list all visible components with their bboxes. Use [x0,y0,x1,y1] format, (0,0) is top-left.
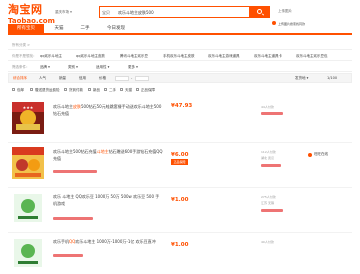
options-bar: 包邮 赠送退货运费险 货到付款 新品 二手 天猫 正品保障 [8,86,352,94]
sort-sales[interactable]: 销量 [59,74,66,83]
checkbox[interactable] [88,88,91,91]
checkbox[interactable] [64,88,67,91]
product-title[interactable]: 欢乐斗地主500钻石充值斗地主钻石赠送600手游钻石充值QQ充值 [53,148,163,162]
condition-row: 筛选条件： 品牌 ▾ 类别 ▾ 适用性 ▾ 更多 ▾ [8,62,352,72]
product-title[interactable]: 欢乐斗地主皮肤500钻石50元蛙跳套餐手动送欢乐斗地主500钻石充值 [53,103,163,117]
tab-bar: 所有宝贝 天猫 二手 今日发现 [8,24,352,35]
search-button[interactable] [250,6,270,18]
option-free-shipping[interactable]: 包邮 [17,86,24,94]
tab-tmall[interactable]: 天猫 [48,24,70,33]
redacted-seller [261,209,283,212]
filter-fit[interactable]: 适用性 ▾ [96,62,109,72]
category-label[interactable]: 所有分类 > [12,40,30,50]
list-item[interactable]: 欢乐 斗地主 QQ欢乐豆 1000万 50万 500w 欢乐豆 500 手机游戏… [8,189,352,233]
product-thumbnail[interactable] [12,237,44,269]
redacted-seller [261,164,281,167]
suggestion-item[interactable]: 欢乐斗地主道具卡 [254,51,282,61]
sold-count: 44人付款 [261,105,274,109]
suggestion-label: 你是不是想找： [12,54,37,58]
option-tmall[interactable]: 天猫 [125,86,132,94]
sort-price[interactable]: 价格 [99,74,106,83]
region-selector[interactable]: 重庆市场 ▾ [55,10,72,15]
svg-text:★★★: ★★★ [23,105,34,110]
suggestion-row: 你是不是想找： qq欢乐斗地主 qq欢乐斗地主皮肤 腾讯斗地主欢乐豆 手机欢乐斗… [8,51,352,61]
product-price: ¥6.00 [171,152,189,158]
price-separator: - [131,76,133,80]
option-new[interactable]: 新品 [93,86,100,94]
condition-label: 筛选条件： [12,65,30,69]
genuine-badge: 正品保障 [171,159,188,165]
tab-all[interactable]: 所有宝贝 [8,24,44,33]
product-thumbnail[interactable]: ★★★ [12,102,44,134]
list-item[interactable]: 欢乐手机QQ欢乐斗地主 1000万-1000万-1亿 欢乐豆直冲 ¥1.00 4… [8,234,352,274]
product-price: ¥1.00 [171,197,189,203]
product-title[interactable]: 欢乐手机QQ欢乐斗地主 1000万-1000万-1亿 欢乐豆直冲 [53,238,163,245]
suggestion-item[interactable]: qq欢乐斗地主皮肤 [76,51,105,61]
category-row: 所有分类 > [8,40,352,50]
sold-count: 275人付款 江苏 无锡 [261,194,276,206]
suggestion-item[interactable]: 腾讯斗地主欢乐豆 [120,51,148,61]
location-filter[interactable]: 发货地 ▾ [295,74,308,83]
seller-location: 江苏 无锡 [261,201,274,205]
tab-secondhand[interactable]: 二手 [74,24,96,33]
price-min-input[interactable] [115,76,129,81]
checkbox[interactable] [120,88,123,91]
sold-count: 40人付款 [261,240,274,244]
filter-brand[interactable]: 品牌 ▾ [40,62,50,72]
option-genuine[interactable]: 正品保障 [141,86,155,94]
price-max-input[interactable] [135,76,149,81]
sort-credit[interactable]: 信用 [79,74,86,83]
search-input[interactable]: 欢乐斗地主皮肤500 [118,10,154,16]
sort-bar: 综合排序 人气 销量 信用 价格 - 发货地 ▾ 1/100 [8,73,352,83]
redacted-seller [261,112,283,115]
wangwang-icon[interactable] [308,153,312,157]
upload-image-link[interactable]: 上传图片 [278,9,292,14]
sort-popularity[interactable]: 人气 [39,74,46,83]
suggestion-item[interactable]: qq欢乐斗地主 [40,51,62,61]
search-box[interactable]: 宝贝 欢乐斗地主皮肤500 [99,6,250,18]
product-price: ¥1.00 [171,242,189,248]
suggestion-item[interactable]: 欢乐斗地主欢乐豆包 [296,51,328,61]
wangwang-status[interactable]: 旺旺在线 [314,152,328,157]
checkbox[interactable] [30,88,33,91]
product-thumbnail[interactable] [12,147,44,179]
option-secondhand[interactable]: 二手 [109,86,116,94]
suggestion-item[interactable]: 欢乐斗地主游戏道具 [208,51,240,61]
product-title[interactable]: 欢乐 斗地主 QQ欢乐豆 1000万 50万 500w 欢乐豆 500 手机游戏 [53,193,163,207]
option-cod[interactable]: 货到付款 [69,86,83,94]
tab-discover[interactable]: 今日发现 [100,24,132,33]
page-indicator: 1/100 [327,76,338,80]
suggestion-item[interactable]: 手机欢乐斗地主皮肤 [163,51,195,61]
checkbox[interactable] [12,88,15,91]
search-category[interactable]: 宝贝 [102,10,110,16]
product-price: ¥47.93 [171,103,193,109]
checkbox[interactable] [136,88,139,91]
list-item[interactable]: ★★★ 欢乐斗地主皮肤500钻石50元蛙跳套餐手动送欢乐斗地主500钻石充值 ¥… [8,99,352,143]
redacted-text [53,170,97,173]
list-item[interactable]: 欢乐斗地主500钻石充值斗地主钻石赠送600手游钻石充值QQ充值 ¥6.00 正… [8,144,352,188]
redacted-text [53,217,93,220]
sort-default[interactable]: 综合排序 [13,74,27,83]
filter-more[interactable]: 更多 ▾ [128,62,138,72]
search-icon [257,9,262,14]
product-thumbnail[interactable] [12,192,44,224]
option-return-insurance[interactable]: 赠送退货运费险 [35,86,60,94]
logo-chinese: 淘宝网 [8,3,43,16]
filter-type[interactable]: 类别 ▾ [68,62,78,72]
seller-location: 湖北 武汉 [261,156,274,160]
checkbox[interactable] [104,88,107,91]
redacted-text [53,254,83,257]
sold-count: 112人付款 湖北 武汉 [261,149,276,161]
